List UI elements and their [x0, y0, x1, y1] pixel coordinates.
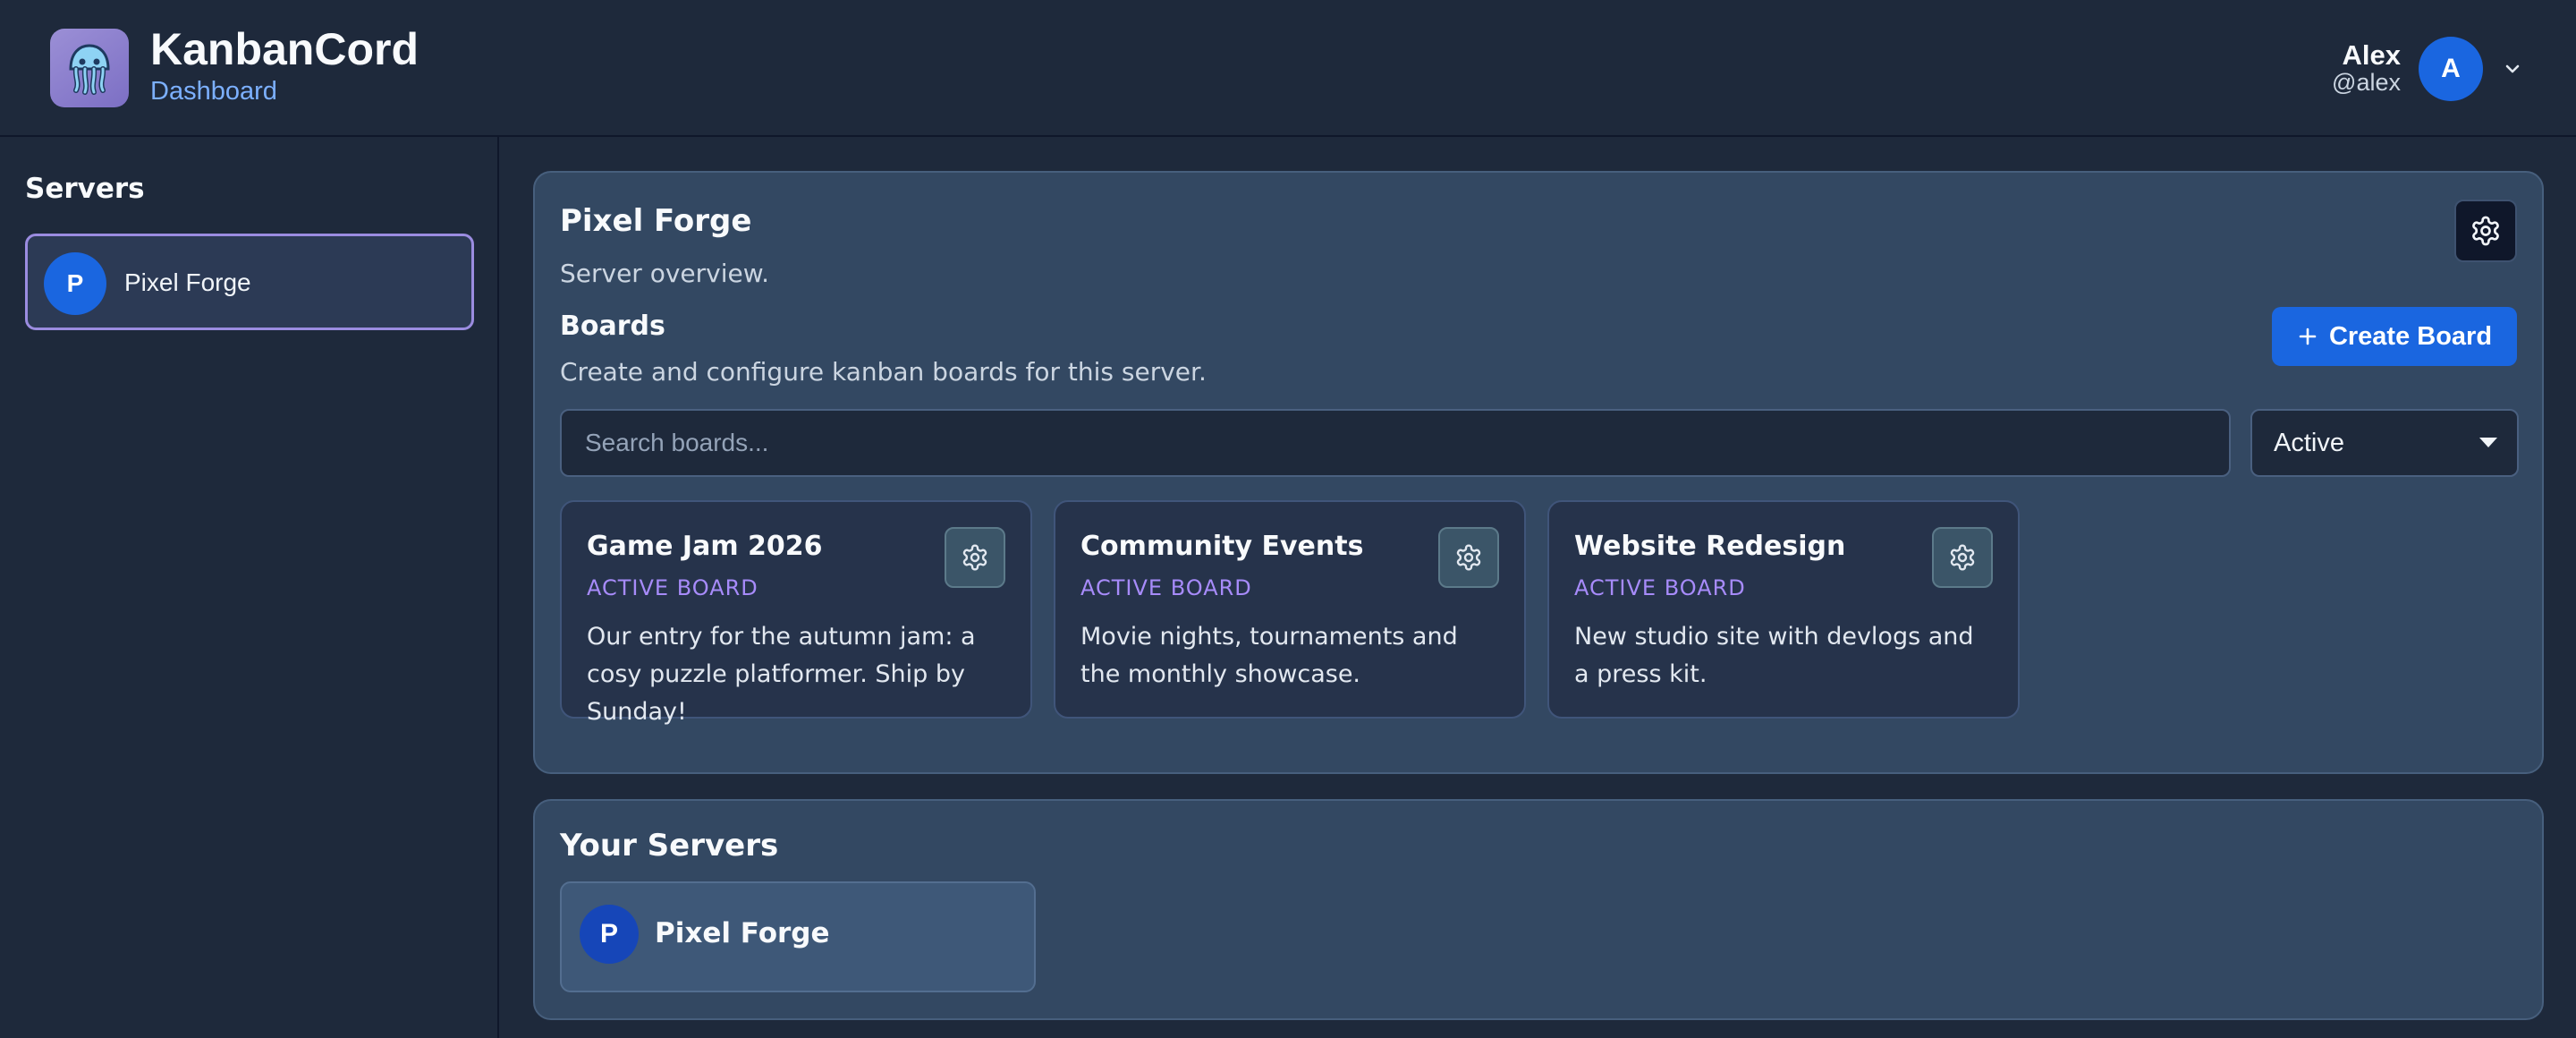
your-servers-title: Your Servers	[560, 828, 779, 864]
board-settings-button[interactable]	[945, 527, 1005, 588]
board-title: Website Redesign	[1574, 531, 1846, 562]
plus-icon	[2299, 328, 2317, 345]
board-settings-button[interactable]	[1932, 527, 1993, 588]
create-board-label: Create Board	[2328, 321, 2493, 351]
board-title: Community Events	[1080, 531, 1364, 562]
server-card-name: Pixel Forge	[655, 917, 830, 949]
server-settings-button[interactable]	[2454, 200, 2517, 262]
board-status: ACTIVE BOARD	[1574, 575, 1746, 600]
board-status-filter[interactable]: Active	[2250, 409, 2519, 477]
gear-icon	[962, 544, 987, 571]
jellyfish-icon[interactable]	[50, 29, 129, 107]
board-card-website-redesign[interactable]: Website Redesign ACTIVE BOARD New studio…	[1547, 500, 2020, 719]
your-servers-panel: Your Servers P Pixel Forge	[533, 799, 2544, 1020]
sidebar-item-pixel-forge[interactable]: P Pixel Forge	[25, 234, 474, 330]
server-description: Server overview.	[560, 259, 769, 288]
user-name: Alex	[2342, 39, 2401, 71]
server-avatar: P	[580, 905, 639, 964]
app-subtitle: Dashboard	[150, 77, 277, 106]
boards-section-title: Boards	[560, 311, 665, 342]
board-card-game-jam-2026[interactable]: Game Jam 2026 ACTIVE BOARD Our entry for…	[560, 500, 1032, 726]
server-overview-panel: Pixel Forge Server overview. Boards Crea…	[533, 171, 2544, 774]
sidebar: Servers P Pixel Forge	[0, 137, 499, 1038]
board-status: ACTIVE BOARD	[587, 575, 758, 600]
gear-icon	[2472, 216, 2499, 246]
server-title: Pixel Forge	[560, 203, 752, 239]
boards-section-description: Create and configure kanban boards for t…	[560, 357, 1207, 387]
caret-down-icon	[2479, 438, 2497, 447]
gear-icon	[1950, 544, 1975, 571]
gear-icon	[1456, 544, 1481, 571]
app-header: KanbanCord Dashboard Alex @alex A	[0, 0, 2576, 137]
filter-selected-value: Active	[2274, 429, 2344, 457]
board-status: ACTIVE BOARD	[1080, 575, 1252, 600]
search-boards-input[interactable]	[560, 409, 2231, 477]
main-content: Pixel Forge Server overview. Boards Crea…	[501, 137, 2576, 1038]
board-settings-button[interactable]	[1438, 527, 1499, 588]
create-board-button[interactable]: Create Board	[2272, 307, 2517, 366]
server-card-pixel-forge[interactable]: P Pixel Forge	[560, 881, 1036, 992]
sidebar-item-label: Pixel Forge	[124, 268, 251, 296]
board-card-community-events[interactable]: Community Events ACTIVE BOARD Movie nigh…	[1054, 500, 1526, 719]
user-handle: @alex	[2332, 69, 2401, 96]
sidebar-title: Servers	[25, 173, 145, 205]
board-title: Game Jam 2026	[587, 531, 823, 562]
server-avatar: P	[44, 252, 106, 315]
board-description: Our entry for the autumn jam: a cosy puz…	[587, 623, 976, 726]
board-description: New studio site with devlogs and a press…	[1574, 623, 1974, 688]
board-description: Movie nights, tournaments and the monthl…	[1080, 623, 1458, 688]
chevron-down-icon[interactable]	[2499, 55, 2526, 82]
app-title: KanbanCord	[150, 24, 419, 74]
user-avatar[interactable]: A	[2419, 37, 2483, 101]
